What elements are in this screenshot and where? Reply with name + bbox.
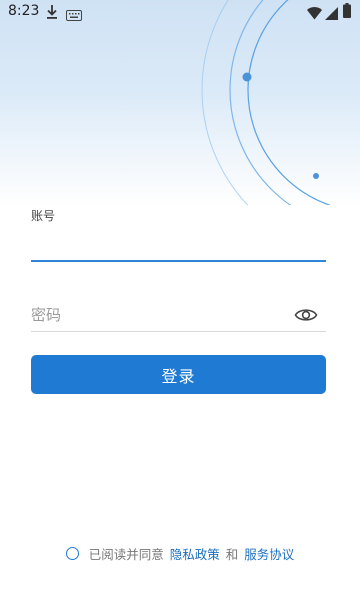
orbit-dot-large bbox=[242, 72, 252, 82]
orbit-dot-small bbox=[313, 173, 319, 179]
status-time: 8:23 bbox=[8, 3, 40, 19]
eye-icon[interactable] bbox=[294, 303, 318, 327]
agreement-prefix: 已阅读并同意 bbox=[88, 546, 164, 562]
orbit-ring-inner bbox=[247, 0, 332, 205]
battery-icon bbox=[343, 3, 351, 22]
account-label: 账号 bbox=[31, 209, 56, 223]
service-agreement-link[interactable]: 服务协议 bbox=[244, 544, 294, 563]
keyboard-icon bbox=[66, 6, 82, 25]
download-icon bbox=[45, 4, 59, 24]
account-input[interactable] bbox=[31, 226, 326, 262]
password-underline bbox=[31, 331, 326, 332]
agree-checkbox[interactable] bbox=[65, 546, 79, 560]
agreement-conjunction: 和 bbox=[225, 546, 239, 562]
agreement-row: 已阅读并同意 隐私政策 和 服务协议 bbox=[0, 543, 360, 563]
login-button[interactable]: 登录 bbox=[31, 355, 326, 394]
orbit-ring-middle bbox=[229, 0, 292, 205]
wifi-icon bbox=[307, 5, 322, 24]
orbit-decoration bbox=[201, 0, 332, 205]
password-input[interactable] bbox=[31, 298, 291, 331]
status-bar: 8:23 bbox=[0, 0, 360, 24]
signal-icon bbox=[325, 5, 338, 24]
privacy-policy-link[interactable]: 隐私政策 bbox=[170, 544, 220, 563]
header-background bbox=[0, 0, 360, 205]
login-screen: 8:23 账号 登录 已阅读并同意 隐私政策 和 服务协议 bbox=[0, 0, 360, 600]
